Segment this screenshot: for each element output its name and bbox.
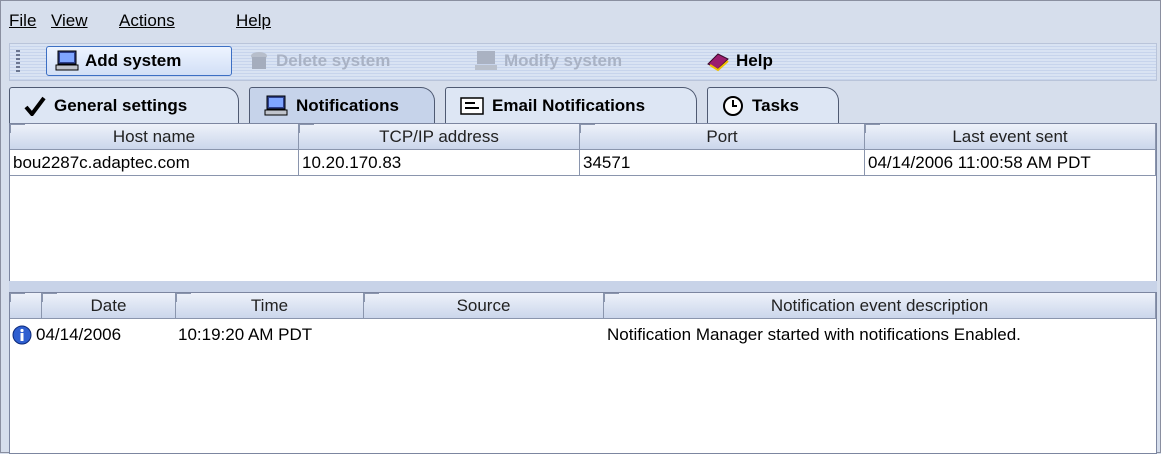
systems-table[interactable]: Host name TCP/IP address Port Last event… bbox=[9, 123, 1157, 283]
column-header-notification-event-description[interactable]: Notification event description bbox=[604, 293, 1156, 319]
tab-general-settings[interactable]: General settings bbox=[9, 87, 239, 123]
column-header-date[interactable]: Date bbox=[42, 293, 176, 319]
last-event-sent-cell[interactable]: 04/14/2006 11:00:58 AM PDT bbox=[865, 150, 1156, 176]
port-cell[interactable]: 34571 bbox=[580, 150, 865, 176]
menu-bar: File View Actions Help bbox=[1, 7, 1160, 33]
tab-notifications[interactable]: Notifications bbox=[249, 87, 435, 123]
modify-system-button[interactable]: Modify system bbox=[466, 46, 666, 76]
menu-help[interactable]: Help bbox=[236, 11, 271, 31]
column-header-source[interactable]: Source bbox=[364, 293, 604, 319]
tab-tasks[interactable]: Tasks bbox=[707, 87, 839, 123]
column-header-time[interactable]: Time bbox=[176, 293, 364, 319]
modify-system-label: Modify system bbox=[504, 51, 623, 70]
help-book-icon bbox=[706, 50, 730, 72]
delete-system-label: Delete system bbox=[276, 51, 391, 70]
checkmark-icon bbox=[24, 96, 46, 116]
column-header-tcpip-address[interactable]: TCP/IP address bbox=[299, 124, 580, 150]
delete-system-button[interactable]: Delete system bbox=[240, 46, 440, 76]
event-description-cell[interactable]: Notification Manager started with notifi… bbox=[607, 323, 1021, 347]
tab-label: Tasks bbox=[752, 95, 799, 115]
tab-label: Email Notifications bbox=[492, 95, 646, 115]
computer-icon bbox=[55, 50, 79, 72]
column-header-last-event-sent[interactable]: Last event sent bbox=[865, 124, 1156, 150]
add-system-button[interactable]: Add system bbox=[46, 46, 232, 76]
app-window: File View Actions Help Add system Delete… bbox=[0, 0, 1161, 454]
menu-file[interactable]: File bbox=[9, 11, 36, 31]
column-header-icon[interactable] bbox=[10, 293, 42, 319]
tab-strip: General settings Notifications Email Not… bbox=[1, 85, 1160, 123]
email-icon bbox=[460, 96, 484, 115]
tab-label: Notifications bbox=[296, 95, 399, 115]
pane-splitter[interactable] bbox=[9, 281, 1157, 292]
menu-view[interactable]: View bbox=[51, 11, 88, 31]
clock-icon bbox=[722, 95, 744, 117]
delete-system-icon bbox=[248, 50, 270, 72]
event-date-cell[interactable]: 04/14/2006 bbox=[36, 323, 121, 347]
tab-email-notifications[interactable]: Email Notifications bbox=[445, 87, 697, 123]
computer-icon bbox=[264, 95, 288, 117]
help-button[interactable]: Help bbox=[698, 46, 798, 76]
modify-system-icon bbox=[474, 50, 498, 72]
add-system-label: Add system bbox=[85, 51, 182, 70]
toolbar: Add system Delete system Modify system H… bbox=[9, 43, 1157, 81]
event-time-cell[interactable]: 10:19:20 AM PDT bbox=[178, 323, 312, 347]
column-header-port[interactable]: Port bbox=[580, 124, 865, 150]
column-header-host-name[interactable]: Host name bbox=[10, 124, 299, 150]
toolbar-grip[interactable] bbox=[16, 50, 20, 74]
menu-actions[interactable]: Actions bbox=[119, 11, 175, 31]
tab-label: General settings bbox=[54, 95, 188, 115]
help-label: Help bbox=[736, 51, 773, 70]
host-name-cell[interactable]: bou2287c.adaptec.com bbox=[10, 150, 299, 176]
events-table[interactable]: Date Time Source Notification event desc… bbox=[9, 292, 1157, 454]
info-icon bbox=[12, 323, 34, 347]
tcpip-address-cell[interactable]: 10.20.170.83 bbox=[299, 150, 580, 176]
